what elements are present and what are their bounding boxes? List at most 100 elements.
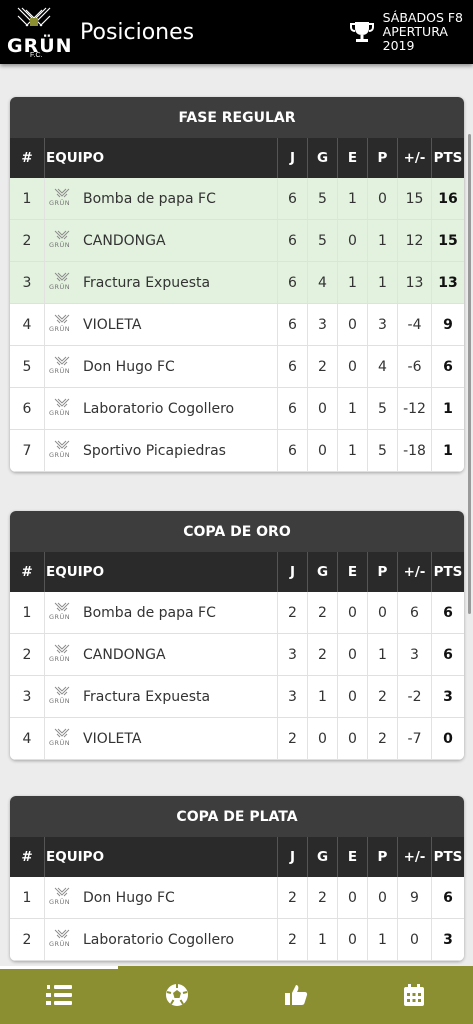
row-j: 3 (277, 676, 307, 717)
tab-standings[interactable] (0, 966, 119, 1024)
row-g: 5 (307, 178, 337, 219)
row-g: 0 (307, 388, 337, 429)
table-row[interactable]: 2 GRÜN CANDONGA 3 2 0 1 3 6 (10, 634, 464, 676)
row-j: 6 (277, 304, 307, 345)
col-header-e: E (337, 837, 367, 877)
row-team: GRÜN VIOLETA (44, 304, 277, 345)
col-header-pts: PTS (431, 552, 464, 592)
row-e: 0 (337, 304, 367, 345)
row-e: 1 (337, 178, 367, 219)
row-pts: 6 (431, 634, 464, 675)
row-diff: 0 (397, 919, 431, 960)
row-j: 6 (277, 262, 307, 303)
table-row[interactable]: 2 GRÜN CANDONGA 6 5 0 1 12 15 (10, 220, 464, 262)
col-header-diff: +/- (397, 138, 431, 178)
row-team: GRÜN Sportivo Picapiedras (44, 430, 277, 471)
league-selector[interactable]: SÁBADOS F8 APERTURA 2019 (349, 11, 463, 53)
row-g: 1 (307, 676, 337, 717)
row-g: 2 (307, 346, 337, 387)
team-name: Fractura Expuesta (83, 688, 211, 705)
table-row[interactable]: 5 GRÜN Don Hugo FC 6 2 0 4 -6 6 (10, 346, 464, 388)
team-name: CANDONGA (83, 646, 166, 663)
col-header-team: EQUIPO (44, 552, 277, 592)
tab-matches[interactable] (118, 966, 236, 1024)
team-logo-text: GRÜN (49, 897, 71, 906)
row-p: 0 (367, 178, 397, 219)
row-pts: 1 (431, 430, 464, 471)
table-row[interactable]: 6 GRÜN Laboratorio Cogollero 6 0 1 5 -12 1 (10, 388, 464, 430)
row-p: 4 (367, 346, 397, 387)
row-j: 2 (277, 718, 307, 759)
row-j: 6 (277, 220, 307, 261)
team-logo: GRÜN (49, 602, 75, 623)
standings-list-icon (46, 985, 73, 1005)
row-p: 2 (367, 718, 397, 759)
row-p: 1 (367, 220, 397, 261)
calendar-icon (403, 984, 424, 1006)
table-row[interactable]: 3 GRÜN Fractura Expuesta 3 1 0 2 -2 3 (10, 676, 464, 718)
table-row[interactable]: 4 GRÜN VIOLETA 6 3 0 3 -4 9 (10, 304, 464, 346)
table-title: COPA DE PLATA (10, 796, 464, 837)
row-position: 2 (22, 232, 32, 249)
team-name: CANDONGA (83, 232, 166, 249)
team-name: Fractura Expuesta (83, 274, 211, 291)
row-pts: 3 (431, 676, 464, 717)
team-logo-text: GRÜN (49, 738, 71, 747)
team-logo-text: GRÜN (49, 612, 71, 621)
row-pts: 6 (431, 592, 464, 633)
team-name: Sportivo Picapiedras (83, 442, 226, 459)
row-p: 0 (367, 592, 397, 633)
table-row[interactable]: 1 GRÜN Bomba de papa FC 6 5 1 0 15 16 (10, 178, 464, 220)
row-position: 3 (22, 274, 32, 291)
col-header-g: G (307, 552, 337, 592)
team-logo: GRÜN (49, 887, 75, 908)
row-e: 0 (337, 877, 367, 918)
team-name: Don Hugo FC (83, 358, 175, 375)
row-p: 5 (367, 430, 397, 471)
col-header-diff: +/- (397, 552, 431, 592)
row-team: GRÜN Bomba de papa FC (44, 592, 277, 633)
table-row[interactable]: 1 GRÜN Bomba de papa FC 2 2 0 0 6 6 (10, 592, 464, 634)
team-logo: GRÜN (49, 314, 75, 335)
row-e: 1 (337, 262, 367, 303)
table-title: FASE REGULAR (10, 97, 464, 138)
row-e: 0 (337, 634, 367, 675)
col-header-team: EQUIPO (44, 138, 277, 178)
table-row[interactable]: 2 GRÜN Laboratorio Cogollero 2 1 0 1 0 3 (10, 919, 464, 961)
standings-content[interactable]: FASE REGULAR # EQUIPO J G E P +/- PTS 1 GRÜN Bomba … (0, 64, 473, 966)
row-pts: 15 (431, 220, 464, 261)
table-row[interactable]: 1 GRÜN Don Hugo FC 2 2 0 0 9 6 (10, 877, 464, 919)
row-j: 2 (277, 592, 307, 633)
standings-card: FASE REGULAR # EQUIPO J G E P +/- PTS 1 GRÜN Bomba … (10, 97, 464, 472)
row-pts: 13 (431, 262, 464, 303)
row-pts: 3 (431, 919, 464, 960)
tab-calendar[interactable] (355, 966, 473, 1024)
page-title: Posiciones (80, 19, 195, 45)
row-diff: 15 (397, 178, 431, 219)
row-j: 6 (277, 388, 307, 429)
team-logo: GRÜN (49, 686, 75, 707)
table-row[interactable]: 3 GRÜN Fractura Expuesta 6 4 1 1 13 13 (10, 262, 464, 304)
row-pts: 0 (431, 718, 464, 759)
col-header-e: E (337, 138, 367, 178)
row-diff: 13 (397, 262, 431, 303)
row-g: 2 (307, 877, 337, 918)
row-g: 4 (307, 262, 337, 303)
scrollbar[interactable] (468, 134, 471, 614)
col-header-p: P (367, 837, 397, 877)
table-row[interactable]: 7 GRÜN Sportivo Picapiedras 6 0 1 5 -18 1 (10, 430, 464, 472)
tab-likes[interactable] (237, 966, 355, 1024)
table-row[interactable]: 4 GRÜN VIOLETA 2 0 0 2 -7 0 (10, 718, 464, 760)
row-team: GRÜN CANDONGA (44, 220, 277, 261)
team-name: Don Hugo FC (83, 889, 175, 906)
row-j: 2 (277, 877, 307, 918)
row-position: 1 (22, 190, 32, 207)
league-name: SÁBADOS F8 (382, 10, 463, 25)
row-p: 1 (367, 919, 397, 960)
team-logo-text: GRÜN (49, 696, 71, 705)
team-name: VIOLETA (83, 316, 142, 333)
row-e: 1 (337, 430, 367, 471)
row-diff: 12 (397, 220, 431, 261)
row-diff: 9 (397, 877, 431, 918)
row-e: 0 (337, 676, 367, 717)
